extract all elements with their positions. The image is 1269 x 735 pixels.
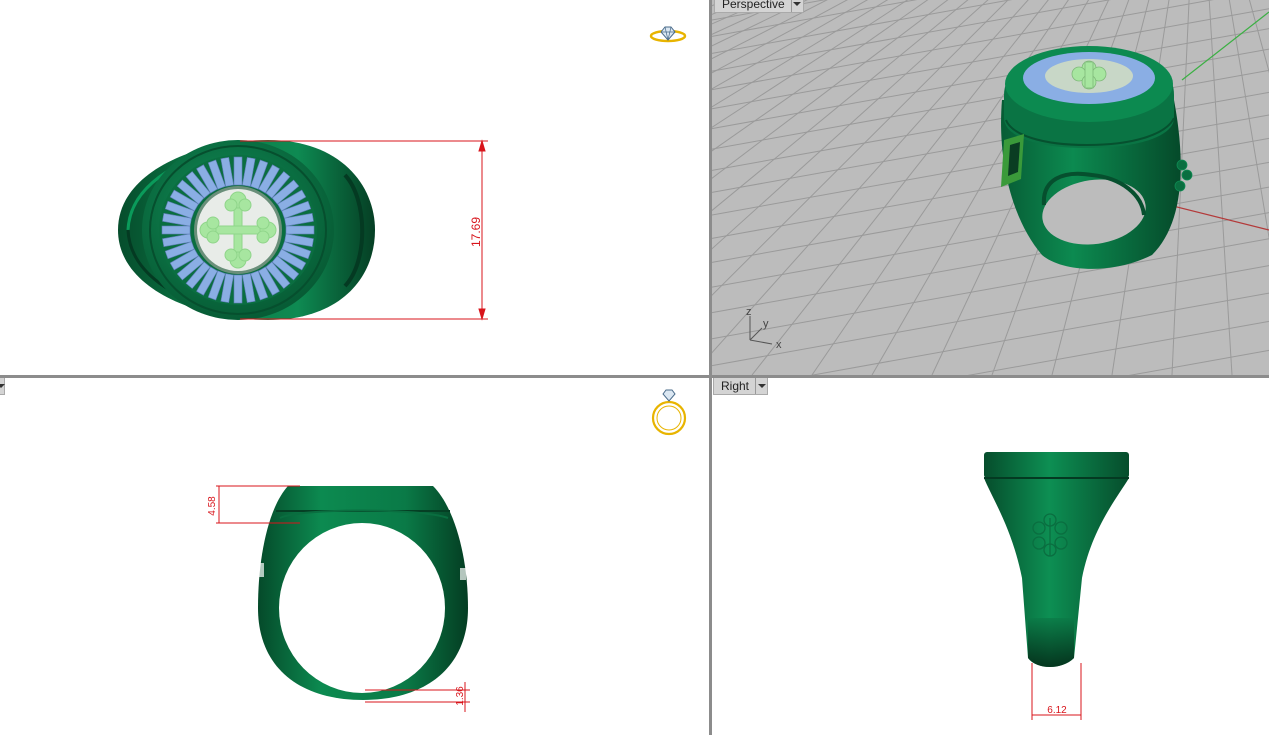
viewport-right[interactable]: 6.12 Right	[712, 378, 1269, 735]
viewport-front[interactable]: 4.58 1.36	[0, 378, 709, 735]
ring-right-model	[984, 452, 1129, 667]
chevron-down-icon[interactable]	[755, 378, 767, 394]
chevron-down-icon[interactable]	[790, 0, 803, 12]
grid-line	[712, 0, 828, 60]
ring-front-model	[258, 486, 468, 700]
dimension-label-right: 6.12	[1047, 705, 1067, 716]
grid-line	[712, 238, 1269, 340]
right-view-scene: 6.12	[984, 452, 1129, 720]
axis-label-y: y	[763, 318, 769, 330]
grid-line	[712, 0, 788, 35]
grid-line	[712, 0, 989, 250]
viewport-tab-front[interactable]	[0, 378, 5, 395]
grid-line	[712, 265, 1269, 367]
grid-line	[712, 48, 1269, 150]
grid-line	[712, 69, 1269, 171]
axis-label-x: x	[776, 339, 782, 351]
ring-perspective-model	[1001, 46, 1193, 269]
viewport-tab-right[interactable]: Right	[713, 378, 769, 395]
viewport-top[interactable]: 17.69	[0, 0, 709, 375]
viewport-title: Right	[721, 379, 750, 393]
baguette-stone	[161, 225, 191, 235]
grid-line	[712, 212, 1269, 314]
grid-line	[712, 0, 748, 15]
grid-line	[712, 0, 758, 375]
grid-line	[712, 0, 929, 152]
grid-line	[712, 0, 949, 179]
grid-line	[967, 320, 1269, 375]
baguette-stone	[233, 156, 243, 186]
dimension-label-top: 17.69	[469, 217, 483, 247]
viewport-perspective[interactable]: x y z Perspective	[712, 0, 1269, 375]
ring-diamond-side-icon[interactable]	[649, 26, 687, 43]
viewport-tab-perspective[interactable]: Perspective	[714, 0, 804, 13]
dimension-label-a: 4.58	[207, 496, 218, 516]
front-view-scene: 4.58 1.36	[207, 389, 687, 712]
baguette-stone	[233, 274, 243, 304]
ring-diamond-front-icon[interactable]	[651, 389, 687, 436]
grid-line	[810, 292, 1269, 375]
viewport-title: Perspective	[722, 0, 785, 11]
axis-label-z: z	[746, 306, 752, 318]
grid-line	[712, 0, 969, 212]
grid-line	[1228, 0, 1269, 241]
grid-line	[712, 8, 1269, 110]
grid-line	[712, 137, 1269, 239]
baguette-stone	[285, 225, 315, 235]
chevron-down-icon[interactable]	[0, 378, 5, 394]
perspective-scene: x y z	[712, 0, 1269, 375]
finger-hole	[279, 523, 445, 693]
dimension-label-b: 1.36	[455, 686, 466, 706]
grid-line	[712, 186, 1269, 288]
top-view-scene: 17.69	[118, 26, 687, 321]
construction-grid	[712, 0, 1269, 375]
